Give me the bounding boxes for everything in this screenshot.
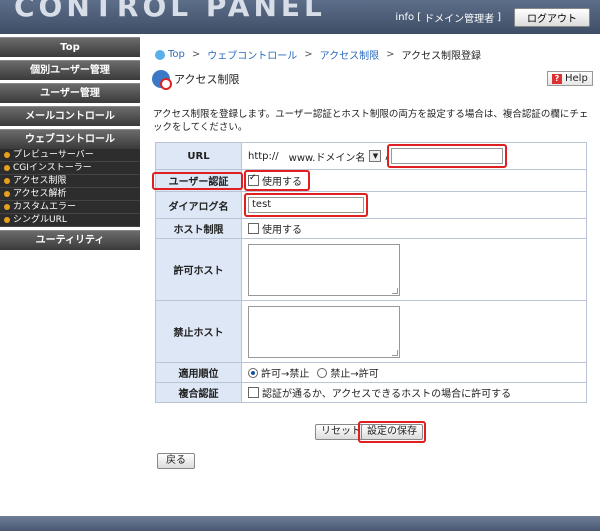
- back-button[interactable]: 戻る: [157, 453, 195, 469]
- order-label: 適用順位: [155, 362, 242, 383]
- domain-dropdown-icon[interactable]: ▼: [369, 150, 382, 162]
- form-row-auth: ユーザー認証 使用する: [152, 169, 587, 192]
- page-description: アクセス制限を登録します。ユーザー認証とホスト制限の両方を設定する場合は、複合認…: [153, 109, 589, 133]
- sidebar-item-web-control[interactable]: ウェブコントロール: [0, 129, 140, 149]
- bullet-icon: [4, 165, 10, 171]
- header: CONTROL PANEL info [ ドメイン管理者 ] ログアウト: [0, 0, 600, 34]
- subitem-label: アクセス制限: [13, 176, 67, 186]
- url-path-input[interactable]: [390, 148, 503, 164]
- form-row-host: ホスト制限 使用する: [155, 218, 587, 239]
- url-label: URL: [155, 142, 242, 170]
- dialog-name-input[interactable]: test: [248, 197, 364, 213]
- logout-button[interactable]: ログアウト: [514, 7, 590, 27]
- multi-auth-checkbox-label: 認証が通るか、アクセスできるホストの場合に許可する: [262, 389, 512, 400]
- sidebar-submenu: プレビューサーバー CGIインストーラー アクセス制限 アクセス解析 カスタムエ…: [0, 149, 140, 227]
- multi-auth-label: 複合認証: [155, 382, 242, 403]
- subitem-label: シングルURL: [13, 215, 67, 225]
- page-title: アクセス制限: [152, 70, 240, 90]
- form-row-url: URL http:// www.ドメイン名 ▼ /: [155, 142, 587, 170]
- help-button[interactable]: ? Help: [547, 71, 593, 86]
- form-row-allow: 許可ホスト: [155, 238, 587, 301]
- bullet-icon: [4, 178, 10, 184]
- order-radio-allow-first[interactable]: [248, 367, 258, 378]
- access-restriction-form: URL http:// www.ドメイン名 ▼ / ユーザー認証 使用する ダイ…: [152, 142, 587, 403]
- host-checkbox-label: 使用する: [262, 225, 302, 236]
- breadcrumb-web-control[interactable]: ウェブコントロール: [207, 47, 297, 62]
- breadcrumb-separator: >: [191, 49, 201, 60]
- question-icon: ?: [552, 73, 562, 84]
- sidebar-subitem-access-restriction[interactable]: アクセス制限: [0, 175, 140, 188]
- subitem-label: アクセス解析: [13, 189, 67, 199]
- auth-checkbox-label: 使用する: [262, 177, 302, 188]
- sidebar-subitem-preview-server[interactable]: プレビューサーバー: [0, 149, 140, 162]
- subitem-label: CGIインストーラー: [13, 163, 92, 173]
- form-row-deny: 禁止ホスト: [155, 300, 587, 363]
- form-row-order: 適用順位 許可→禁止 禁止→許可: [155, 362, 587, 383]
- sidebar-subitem-cgi-installer[interactable]: CGIインストーラー: [0, 162, 140, 175]
- url-domain: www.ドメイン名: [288, 152, 366, 164]
- bullet-icon: [4, 217, 10, 223]
- url-prefix: http://: [248, 150, 279, 162]
- breadcrumb-top[interactable]: Top: [168, 49, 185, 60]
- sidebar-subitem-custom-error[interactable]: カスタムエラー: [0, 201, 140, 214]
- sidebar: Top 個別ユーザー管理 ユーザー管理 メールコントロール ウェブコントロール …: [0, 34, 140, 531]
- help-label: Help: [565, 73, 588, 84]
- allow-host-label: 許可ホスト: [155, 238, 242, 301]
- bracket-close: ]: [497, 11, 501, 23]
- header-user-info: info [ ドメイン管理者 ] ログアウト: [395, 7, 600, 27]
- sidebar-item-utility[interactable]: ユーティリティ: [0, 230, 140, 250]
- sidebar-subitem-single-url[interactable]: シングルURL: [0, 214, 140, 227]
- bullet-icon: [4, 191, 10, 197]
- save-button[interactable]: 設定の保存: [361, 424, 423, 440]
- breadcrumb-current: アクセス制限登録: [401, 51, 482, 62]
- order-option-deny-first: 禁止→許可: [330, 369, 379, 380]
- breadcrumb-separator: >: [386, 49, 395, 60]
- sidebar-item-mail-control[interactable]: メールコントロール: [0, 106, 140, 126]
- host-label: ホスト制限: [155, 218, 242, 239]
- subitem-label: カスタムエラー: [13, 202, 77, 212]
- deny-host-textarea[interactable]: [248, 305, 400, 358]
- home-icon: [155, 49, 165, 60]
- info-label: info: [395, 11, 415, 23]
- breadcrumb-separator: >: [304, 49, 313, 60]
- host-checkbox[interactable]: [248, 223, 259, 234]
- allow-host-textarea[interactable]: [248, 243, 400, 296]
- sidebar-item-user-management[interactable]: ユーザー管理: [0, 83, 140, 103]
- form-row-dialog: ダイアログ名 test: [155, 191, 587, 219]
- footer-bar: [0, 516, 600, 531]
- subitem-label: プレビューサーバー: [13, 150, 94, 160]
- app-logo: CONTROL PANEL: [14, 0, 326, 23]
- bullet-icon: [4, 204, 10, 210]
- access-restriction-icon: [152, 70, 172, 90]
- breadcrumb-access-restriction[interactable]: アクセス制限: [320, 47, 380, 62]
- order-radio-deny-first[interactable]: [317, 367, 328, 378]
- order-option-allow-first: 許可→禁止: [261, 369, 310, 380]
- multi-auth-checkbox[interactable]: [248, 387, 259, 398]
- page-title-text: アクセス制限: [174, 73, 240, 86]
- bracket-open: [: [417, 11, 422, 23]
- sidebar-item-individual-user[interactable]: 個別ユーザー管理: [0, 60, 140, 80]
- bullet-icon: [4, 152, 10, 158]
- sidebar-item-top[interactable]: Top: [0, 37, 140, 57]
- form-row-multi: 複合認証 認証が通るか、アクセスできるホストの場合に許可する: [155, 382, 587, 403]
- breadcrumb: Top > ウェブコントロール > アクセス制限 > アクセス制限登録: [155, 47, 481, 62]
- user-name: ドメイン管理者: [424, 13, 495, 25]
- auth-checkbox[interactable]: [248, 173, 259, 186]
- dialog-label: ダイアログ名: [155, 191, 242, 219]
- sidebar-subitem-access-analysis[interactable]: アクセス解析: [0, 188, 140, 201]
- deny-host-label: 禁止ホスト: [155, 300, 242, 363]
